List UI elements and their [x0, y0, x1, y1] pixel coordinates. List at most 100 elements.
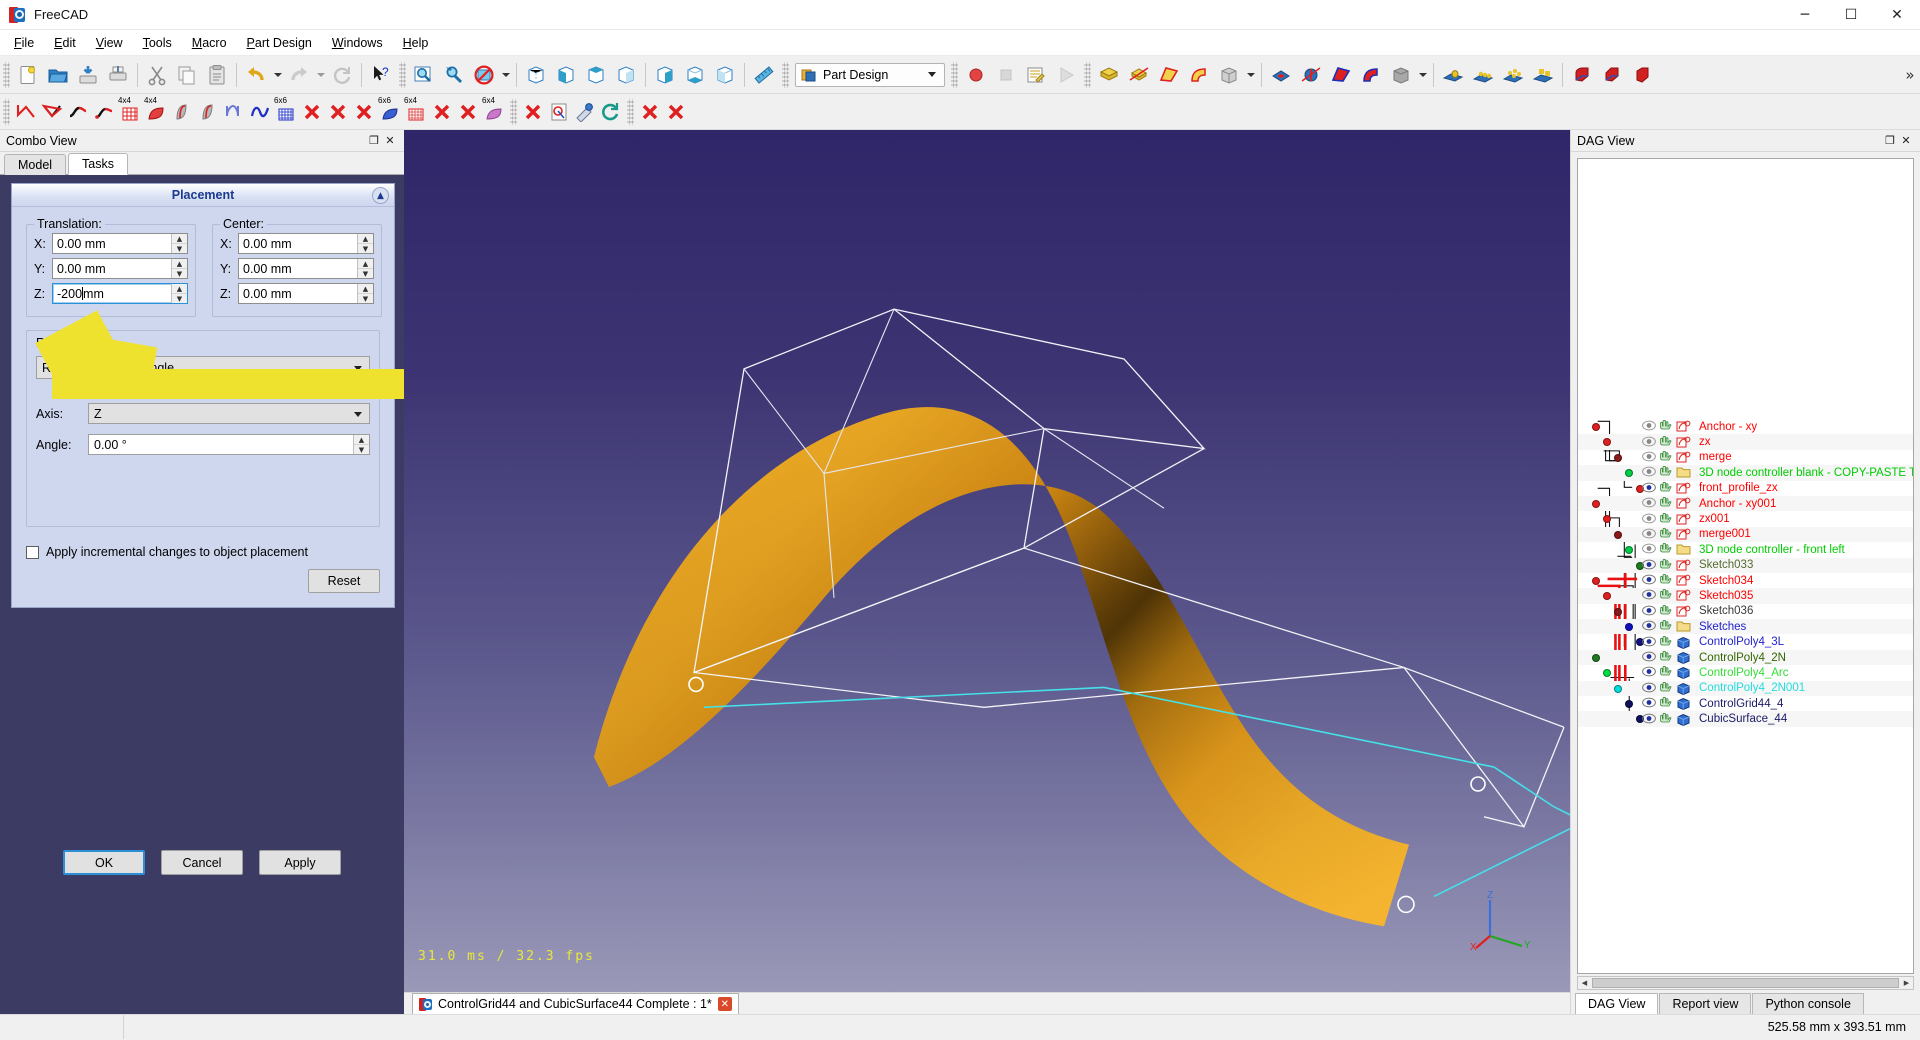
- center-x-stepper[interactable]: ▲ ▼: [357, 234, 373, 253]
- pad-icon[interactable]: [1094, 60, 1124, 90]
- visibility-eye-icon[interactable]: [1642, 697, 1657, 710]
- revolution-icon[interactable]: [1124, 60, 1154, 90]
- tab-model[interactable]: Model: [4, 154, 67, 175]
- touched-hand-icon[interactable]: [1659, 574, 1674, 587]
- touched-hand-icon[interactable]: [1659, 527, 1674, 541]
- open-document-icon[interactable]: [43, 60, 73, 90]
- dag-row[interactable]: Sketch034: [1578, 573, 1913, 588]
- tab-report-view[interactable]: Report view: [1659, 993, 1752, 1014]
- rear-view-icon[interactable]: [650, 60, 680, 90]
- toolbar-grip[interactable]: [782, 61, 789, 88]
- visibility-eye-icon[interactable]: [1642, 651, 1657, 664]
- subtractive-sweep-icon[interactable]: [1356, 60, 1386, 90]
- touched-hand-icon[interactable]: [1659, 450, 1674, 464]
- visibility-eye-icon[interactable]: [1642, 528, 1657, 541]
- translation-z-input[interactable]: -200mm ▲ ▼: [52, 283, 188, 304]
- toolbar-grip[interactable]: [399, 61, 406, 88]
- touched-hand-icon[interactable]: [1659, 681, 1674, 695]
- tab-python-console[interactable]: Python console: [1752, 993, 1864, 1014]
- cancel-button[interactable]: Cancel: [161, 850, 243, 875]
- curves-approximate-icon[interactable]: [65, 98, 91, 126]
- sketch-attach-icon[interactable]: [572, 98, 598, 126]
- rotation-angle-stepper[interactable]: ▲ ▼: [353, 435, 369, 454]
- delete-8-icon[interactable]: [663, 98, 689, 126]
- scroll-left-icon[interactable]: ◀: [1578, 977, 1591, 989]
- close-icon[interactable]: ✕: [1898, 133, 1914, 149]
- float-icon[interactable]: ❐: [1882, 133, 1898, 149]
- sketch-map-icon[interactable]: [546, 98, 572, 126]
- toolbar-grip[interactable]: [3, 61, 10, 88]
- draw-style-icon[interactable]: [469, 60, 499, 90]
- mirrored-icon[interactable]: [1438, 60, 1468, 90]
- touched-hand-icon[interactable]: [1659, 481, 1674, 495]
- menu-edit[interactable]: Edit: [44, 33, 86, 53]
- dag-row[interactable]: merge001: [1578, 526, 1913, 543]
- rotation-axis-select[interactable]: Z: [88, 403, 370, 424]
- paste-icon[interactable]: [202, 60, 232, 90]
- bottom-view-icon[interactable]: [680, 60, 710, 90]
- right-view-icon[interactable]: [611, 60, 641, 90]
- dag-row[interactable]: Sketch036: [1578, 604, 1913, 619]
- subtractive-loft-icon[interactable]: [1326, 60, 1356, 90]
- dag-row[interactable]: Anchor - xy: [1578, 419, 1913, 434]
- touched-hand-icon[interactable]: [1659, 497, 1674, 510]
- visibility-eye-icon[interactable]: [1642, 666, 1657, 679]
- grid-6x4-icon[interactable]: 6x4: [403, 96, 429, 126]
- dag-row[interactable]: 3D node controller - front left: [1578, 542, 1913, 557]
- center-y-input[interactable]: 0.00 mm ▲ ▼: [238, 258, 374, 279]
- curves-discretize-icon[interactable]: [13, 98, 39, 126]
- dag-row[interactable]: Sketch035: [1578, 588, 1913, 604]
- rotation-mode-select[interactable]: Rotation axis with angle: [36, 356, 370, 379]
- new-document-icon[interactable]: [13, 60, 43, 90]
- macro-execute-icon[interactable]: [1051, 60, 1081, 90]
- sketch-refresh-icon[interactable]: [598, 98, 624, 126]
- fillet-icon[interactable]: [1567, 60, 1597, 90]
- close-button[interactable]: ✕: [1874, 0, 1920, 30]
- dag-row[interactable]: Sketches: [1578, 619, 1913, 635]
- redo-dropdown-icon[interactable]: [314, 60, 327, 90]
- touched-hand-icon[interactable]: [1659, 604, 1674, 618]
- multi-transform-icon[interactable]: [1528, 60, 1558, 90]
- delete-2-icon[interactable]: [325, 98, 351, 126]
- scrollbar-thumb[interactable]: [1592, 978, 1899, 988]
- translation-x-input[interactable]: 0.00 mm ▲ ▼: [52, 233, 188, 254]
- fit-all-icon[interactable]: [409, 60, 439, 90]
- workbench-selector[interactable]: Part Design: [795, 62, 945, 87]
- toolbar-grip[interactable]: [3, 98, 10, 125]
- dag-row[interactable]: ControlPoly4_3L: [1578, 634, 1913, 649]
- dag-row[interactable]: ControlPoly4_Arc: [1578, 665, 1913, 680]
- menu-help[interactable]: Help: [393, 33, 439, 53]
- menu-file[interactable]: File: [4, 33, 44, 53]
- polar-pattern-icon[interactable]: [1498, 60, 1528, 90]
- toolbar-overflow-button[interactable]: »: [1900, 60, 1920, 90]
- 3d-viewport[interactable]: 31.0 ms / 32.3 fps Z Y X: [404, 130, 1570, 992]
- subtractive-primitive-icon[interactable]: [1386, 60, 1416, 90]
- incremental-checkbox-row[interactable]: Apply incremental changes to object plac…: [26, 545, 380, 559]
- macro-record-icon[interactable]: [961, 60, 991, 90]
- dag-row[interactable]: CubicSurface_44: [1578, 711, 1913, 727]
- incremental-checkbox[interactable]: [26, 545, 39, 559]
- top-view-icon[interactable]: [581, 60, 611, 90]
- visibility-eye-icon[interactable]: [1642, 466, 1657, 479]
- float-icon[interactable]: ❐: [366, 133, 382, 149]
- curves-interpolate-icon[interactable]: [39, 98, 65, 126]
- touched-hand-icon[interactable]: [1659, 589, 1674, 602]
- pocket-icon[interactable]: [1266, 60, 1296, 90]
- maximize-button[interactable]: ☐: [1828, 0, 1874, 30]
- toolbar-grip[interactable]: [951, 61, 958, 88]
- translation-z-stepper[interactable]: ▲ ▼: [171, 284, 187, 303]
- dag-row[interactable]: ControlGrid44_4: [1578, 696, 1913, 711]
- undo-dropdown-icon[interactable]: [271, 60, 284, 90]
- visibility-eye-icon[interactable]: [1642, 713, 1657, 726]
- scroll-right-icon[interactable]: ▶: [1900, 977, 1913, 989]
- delete-6-icon[interactable]: [520, 98, 546, 126]
- center-z-input[interactable]: 0.00 mm ▲ ▼: [238, 283, 374, 304]
- toolbar-grip[interactable]: [627, 98, 634, 125]
- poly-n-icon[interactable]: [221, 98, 247, 126]
- reset-button[interactable]: Reset: [308, 569, 380, 593]
- visibility-eye-icon[interactable]: [1642, 420, 1657, 433]
- visibility-eye-icon[interactable]: [1642, 451, 1657, 464]
- measure-icon[interactable]: [749, 60, 779, 90]
- visibility-eye-icon[interactable]: [1642, 482, 1657, 495]
- close-icon[interactable]: ✕: [382, 133, 398, 149]
